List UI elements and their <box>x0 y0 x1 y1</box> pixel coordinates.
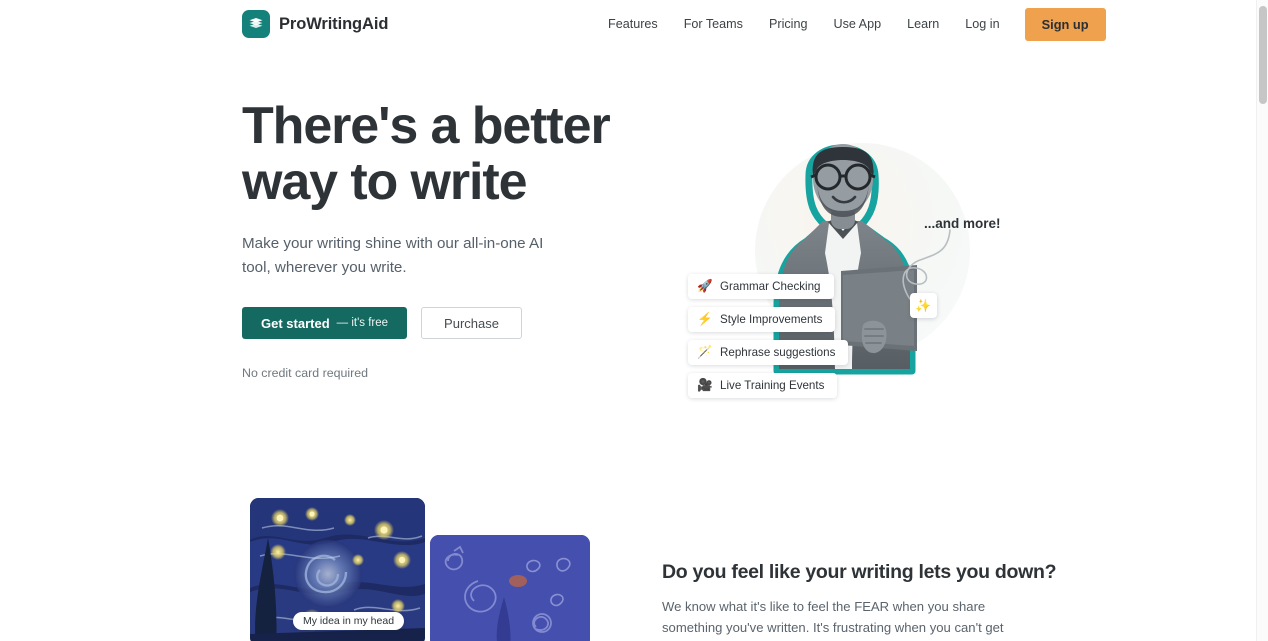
magic-wand-icon: 🪄 <box>697 345 713 360</box>
feature-chip-list: 🚀 Grammar Checking ⚡ Style Improvements … <box>688 274 849 398</box>
sparkles-icon: ✨ <box>910 293 937 318</box>
main-navigation: Features For Teams Pricing Use App Learn… <box>595 0 1106 48</box>
landing-page: ProWritingAid Features For Teams Pricing… <box>0 0 1268 641</box>
hero-actions: Get started — it's free Purchase <box>242 307 642 340</box>
nav-item-learn[interactable]: Learn <box>894 12 952 37</box>
hero-subtitle: Make your writing shine with our all-in-… <box>242 235 544 276</box>
nav-item-pricing[interactable]: Pricing <box>756 12 821 37</box>
brand-logo-link[interactable]: ProWritingAid <box>242 10 388 38</box>
book-pages-icon <box>242 10 270 38</box>
hero-copy: There's a better way to write Make your … <box>242 98 642 380</box>
nav-item-log-in[interactable]: Log in <box>952 12 1012 37</box>
feature-chip-style-improvements[interactable]: ⚡ Style Improvements <box>688 307 836 332</box>
lower-section-body: We know what it's like to feel the FEAR … <box>662 599 1004 636</box>
no-credit-card-note: No credit card required <box>242 366 369 381</box>
get-started-sublabel: — it's free <box>336 317 389 330</box>
lower-section: My idea in my head Do you feel like your… <box>0 468 1256 641</box>
feature-chip-grammar-checking[interactable]: 🚀 Grammar Checking <box>688 274 834 299</box>
purchase-button[interactable]: Purchase <box>421 307 522 340</box>
nav-item-for-teams[interactable]: For Teams <box>671 12 756 37</box>
get-started-button[interactable]: Get started — it's free <box>242 307 408 340</box>
rocket-icon: 🚀 <box>697 279 713 294</box>
hero-section: There's a better way to write Make your … <box>0 48 1256 468</box>
idea-vs-reality-illustration: My idea in my head <box>242 498 602 641</box>
chip-label: Live Training Events <box>720 379 825 392</box>
and-more-label: ...and more! <box>924 216 1001 231</box>
chip-label: Grammar Checking <box>720 280 821 293</box>
nav-item-use-app[interactable]: Use App <box>820 12 894 37</box>
brand-name: ProWritingAid <box>279 14 389 33</box>
sign-up-button[interactable]: Sign up <box>1024 7 1106 41</box>
simplified-sketch <box>430 535 590 641</box>
page-scrollbar[interactable] <box>1256 0 1268 641</box>
idea-tag-label: My idea in my head <box>293 612 405 630</box>
feature-chip-rephrase-suggestions[interactable]: 🪄 Rephrase suggestions <box>688 340 849 365</box>
hero-title-line-2: way to write <box>242 153 528 212</box>
lightning-icon: ⚡ <box>697 312 713 327</box>
hero-title: There's a better way to write <box>242 98 642 210</box>
scrollbar-thumb[interactable] <box>1259 6 1267 104</box>
site-header: ProWritingAid Features For Teams Pricing… <box>0 0 1256 48</box>
nav-item-features[interactable]: Features <box>595 12 671 37</box>
hero-illustration: ...and more! ✨ 🚀 Grammar Checking ⚡ Styl… <box>660 108 1020 438</box>
get-started-label: Get started <box>261 315 330 331</box>
chip-label: Rephrase suggestions <box>720 346 836 359</box>
hero-title-line-1: There's a better <box>242 97 611 155</box>
feature-chip-live-training-events[interactable]: 🎥 Live Training Events <box>688 373 838 398</box>
lower-copy: Do you feel like your writing lets you d… <box>662 561 1057 641</box>
movie-camera-icon: 🎥 <box>697 378 713 393</box>
lower-section-title: Do you feel like your writing lets you d… <box>662 561 1057 583</box>
chip-label: Style Improvements <box>720 313 823 326</box>
